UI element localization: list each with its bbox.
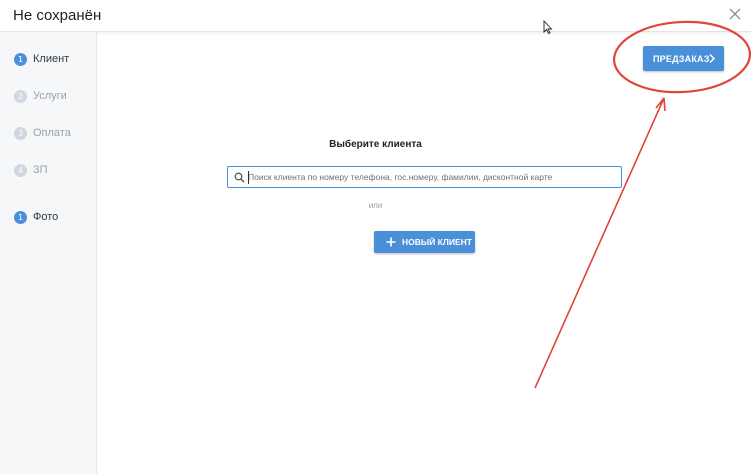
search-icon — [234, 172, 245, 183]
sidebar-item-label: Оплата — [33, 127, 71, 139]
sidebar-item-client[interactable]: 1 Клиент — [14, 51, 69, 67]
new-client-button-label: НОВЫЙ КЛИЕНТ — [402, 237, 472, 247]
close-icon — [729, 8, 741, 20]
search-input[interactable] — [248, 169, 616, 185]
chevron-right-icon — [709, 53, 716, 64]
step-number-badge: 2 — [14, 89, 27, 103]
step-number-badge: 1 — [14, 52, 27, 66]
page-title: Выберите клиента — [329, 139, 422, 150]
sidebar-item-salary[interactable]: 4 ЗП — [14, 162, 48, 178]
sidebar-item-label: ЗП — [33, 164, 48, 176]
or-separator: или — [368, 201, 383, 210]
text-caret — [248, 171, 249, 184]
close-button[interactable] — [725, 4, 745, 24]
client-search-field[interactable] — [227, 166, 622, 188]
plus-icon — [386, 237, 396, 247]
step-number-badge: 4 — [14, 163, 27, 177]
preorder-button[interactable]: ПРЕДЗАКАЗ — [643, 46, 724, 71]
sidebar-item-label: Клиент — [33, 53, 70, 65]
new-client-button[interactable]: НОВЫЙ КЛИЕНТ — [374, 231, 475, 253]
sidebar-item-services[interactable]: 2 Услуги — [14, 88, 67, 104]
annotation-arrowhead — [655, 97, 666, 112]
mouse-cursor-icon — [543, 20, 553, 34]
steps-sidebar: 1 Клиент 2 Услуги 3 Оплата 4 ЗП 1 Фото — [0, 32, 97, 474]
sidebar-item-photo[interactable]: 1 Фото — [14, 209, 58, 225]
title-bar: Не сохранён — [0, 0, 751, 34]
window-title: Не сохранён — [13, 7, 102, 24]
step-number-badge: 1 — [14, 210, 27, 224]
sidebar-item-label: Фото — [33, 211, 59, 223]
step-number-badge: 3 — [14, 126, 27, 140]
preorder-button-label: ПРЕДЗАКАЗ — [653, 53, 710, 64]
sidebar-item-label: Услуги — [33, 90, 67, 102]
order-dialog: Не сохранён 1 Клиент 2 Услуги 3 Оплата 4… — [0, 0, 751, 474]
